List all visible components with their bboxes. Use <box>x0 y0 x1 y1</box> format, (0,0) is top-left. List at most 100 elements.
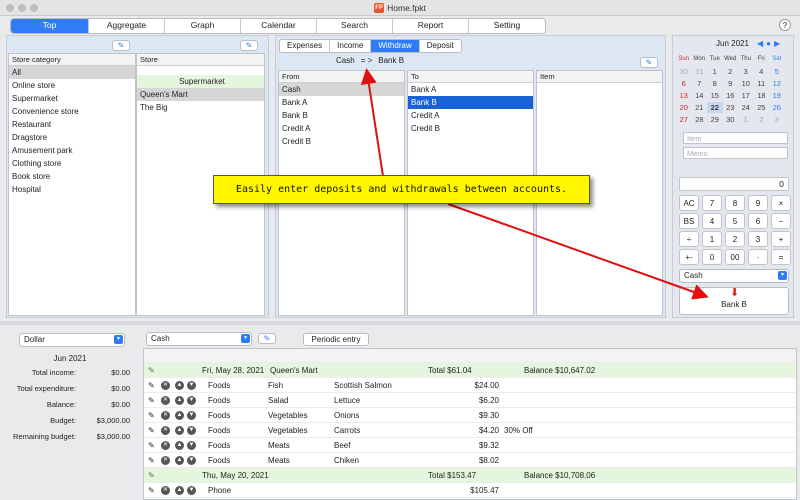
row-amount: $8.02 <box>478 456 499 465</box>
currency-select[interactable]: Dollar ▾ <box>19 333 125 347</box>
delete-icon[interactable]: ✕ <box>161 426 170 435</box>
edit-row-icon[interactable]: ✎ <box>148 423 155 438</box>
delete-icon[interactable]: ✕ <box>161 411 170 420</box>
row-category: Foods <box>208 441 231 450</box>
day-total: Total $153.47 <box>428 471 477 480</box>
move-down-icon[interactable]: ▼ <box>187 396 196 405</box>
move-down-icon[interactable]: ▼ <box>187 411 196 420</box>
row-category: Phone <box>208 486 232 495</box>
summary-value: $0.00 <box>111 400 130 409</box>
day-header-row[interactable]: ✎ Fri, May 28, 2021 Queen's Mart Total $61.… <box>144 363 796 378</box>
summary-label: Balance: <box>46 400 76 409</box>
summary-row: Balance: $0.00 <box>6 400 130 409</box>
edit-day-icon[interactable]: ✎ <box>148 468 155 483</box>
summary-value: $0.00 <box>111 368 130 377</box>
table-row[interactable]: ✎ ✕ ▲ ▼ Phone $105.47 <box>144 483 796 498</box>
row-subcategory: Meats <box>268 456 290 465</box>
edit-account-button[interactable]: ✎ <box>258 333 276 344</box>
move-up-icon[interactable]: ▲ <box>175 441 184 450</box>
delete-icon[interactable]: ✕ <box>161 381 170 390</box>
move-down-icon[interactable]: ▼ <box>187 456 196 465</box>
delete-icon[interactable]: ✕ <box>161 396 170 405</box>
table-row[interactable]: ✎ ✕ ▲ ▼ Foods Fish Scottish Salmon $24.00 <box>144 378 796 393</box>
row-subcategory: Vegetables <box>268 426 308 435</box>
table-row[interactable]: ✎ ✕ ▲ ▼ Foods Salad Lettuce $6.20 <box>144 393 796 408</box>
day-store: Queen's Mart <box>270 366 318 375</box>
summary-label: Total income: <box>31 368 76 377</box>
edit-row-icon[interactable]: ✎ <box>148 438 155 453</box>
edit-row-icon[interactable]: ✎ <box>148 453 155 468</box>
row-category: Foods <box>208 411 231 420</box>
move-up-icon[interactable]: ▲ <box>175 456 184 465</box>
summary-row: Remaining budget: $3,000.00 <box>6 432 130 441</box>
row-item: Beef <box>334 441 351 450</box>
splitter[interactable] <box>0 321 800 325</box>
row-item: Scottish Salmon <box>334 381 392 390</box>
arrow-to-transfer <box>360 68 384 177</box>
summary-label: Remaining budget: <box>13 432 76 441</box>
chevron-down-icon: ▾ <box>114 335 123 344</box>
summary-label: Budget: <box>50 416 76 425</box>
edit-row-icon[interactable]: ✎ <box>148 483 155 498</box>
summary-month: Jun 2021 <box>53 354 87 363</box>
edit-row-icon[interactable]: ✎ <box>148 393 155 408</box>
move-up-icon[interactable]: ▲ <box>175 381 184 390</box>
row-category: Foods <box>208 381 231 390</box>
transactions-table: ✎ Fri, May 28, 2021 Queen's Mart Total $61.… <box>143 348 797 500</box>
day-date: Thu, May 20, 2021 <box>202 471 269 480</box>
move-up-icon[interactable]: ▲ <box>175 426 184 435</box>
edit-row-icon[interactable]: ✎ <box>148 408 155 423</box>
day-header-row[interactable]: ✎ Thu, May 20, 2021 Total $153.47 Balance $… <box>144 468 796 483</box>
row-subcategory: Fish <box>268 381 284 390</box>
day-balance: Balance $10,708.06 <box>524 471 596 480</box>
account-filter-value: Cash <box>151 334 170 343</box>
summary-value: $0.00 <box>111 384 130 393</box>
row-subcategory: Salad <box>268 396 289 405</box>
row-note: 30% Off <box>504 426 533 435</box>
move-up-icon[interactable]: ▲ <box>175 396 184 405</box>
account-filter-select[interactable]: Cash ▾ <box>146 332 252 346</box>
row-amount: $9.30 <box>478 411 499 420</box>
move-up-icon[interactable]: ▲ <box>175 411 184 420</box>
row-category: Foods <box>208 426 231 435</box>
chevron-down-icon: ▾ <box>241 334 250 343</box>
row-subcategory: Vegetables <box>268 411 308 420</box>
table-row[interactable]: ✎ ✕ ▲ ▼ Foods Meats Chiken $8.02 <box>144 453 796 468</box>
move-down-icon[interactable]: ▼ <box>187 441 196 450</box>
row-item: Onions <box>334 411 360 420</box>
row-amount: $24.00 <box>474 381 499 390</box>
day-date: Fri, May 28, 2021 <box>202 366 265 375</box>
table-row[interactable]: ✎ ✕ ▲ ▼ Foods Vegetables Onions $9.30 <box>144 408 796 423</box>
row-item: Lettuce <box>334 396 361 405</box>
day-total: Total $61.04 <box>428 366 472 375</box>
edit-row-icon[interactable]: ✎ <box>148 378 155 393</box>
delete-icon[interactable]: ✕ <box>161 486 170 495</box>
row-subcategory: Meats <box>268 441 290 450</box>
move-down-icon[interactable]: ▼ <box>187 486 196 495</box>
row-item: Chiken <box>334 456 359 465</box>
summary-value: $3,000.00 <box>96 416 130 425</box>
arrow-to-commit <box>447 203 709 300</box>
summary-row: Total income: $0.00 <box>6 368 130 377</box>
row-category: Foods <box>208 456 231 465</box>
table-row[interactable]: ✎ ✕ ▲ ▼ Foods Meats Beef $9.32 <box>144 438 796 453</box>
day-balance: Balance $10,647.02 <box>524 366 596 375</box>
summary-row: Budget: $3,000.00 <box>6 416 130 425</box>
periodic-entry-button[interactable]: Periodic entry <box>303 333 369 346</box>
summary-row: Total expenditure: $0.00 <box>6 384 130 393</box>
delete-icon[interactable]: ✕ <box>161 441 170 450</box>
table-header <box>144 349 796 363</box>
edit-day-icon[interactable]: ✎ <box>148 363 155 378</box>
move-up-icon[interactable]: ▲ <box>175 486 184 495</box>
row-amount: $6.20 <box>478 396 499 405</box>
summary-label: Total expenditure: <box>16 384 76 393</box>
currency-select-value: Dollar <box>24 335 45 344</box>
row-amount: $9.32 <box>478 441 499 450</box>
delete-icon[interactable]: ✕ <box>161 456 170 465</box>
table-row[interactable]: ✎ ✕ ▲ ▼ Foods Vegetables Carrots $4.20 30% Off <box>144 423 796 438</box>
row-item: Carrots <box>334 426 361 435</box>
move-down-icon[interactable]: ▼ <box>187 426 196 435</box>
move-down-icon[interactable]: ▼ <box>187 381 196 390</box>
row-amount: $105.47 <box>470 486 499 495</box>
summary-value: $3,000.00 <box>96 432 130 441</box>
